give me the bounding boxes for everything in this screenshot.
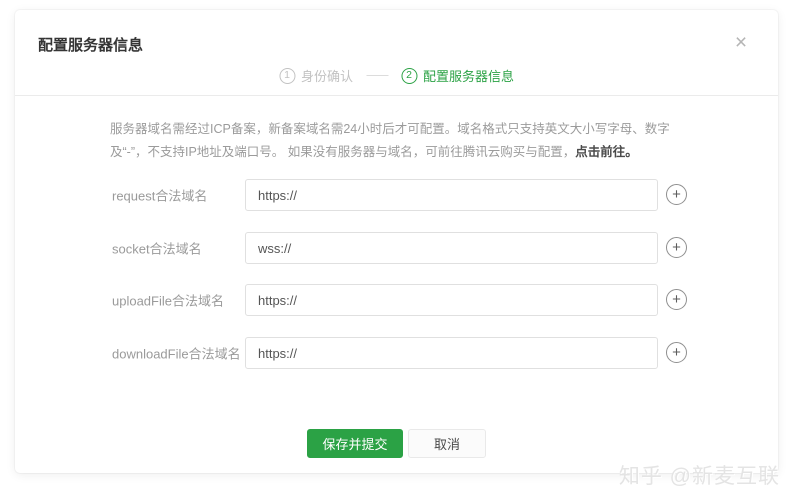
dialog-title: 配置服务器信息 <box>38 37 144 54</box>
step-indicator: 1 身份确认 2 配置服务器信息 <box>278 66 514 85</box>
add-downloadfile-domain-icon[interactable]: + <box>666 342 687 363</box>
icp-notice-text: 服务器域名需经过ICP备案，新备案域名需24小时后才可配置。域名格式只支持英文大… <box>110 118 690 164</box>
uploadfile-domain-input[interactable] <box>245 284 658 316</box>
socket-domain-label: socket合法域名 <box>112 241 202 257</box>
uploadfile-domain-label: uploadFile合法域名 <box>112 293 224 309</box>
go-to-tencent-cloud-link[interactable]: 点击前往。 <box>575 145 638 159</box>
add-request-domain-icon[interactable]: + <box>666 184 687 205</box>
step-1-label: 身份确认 <box>300 69 353 84</box>
step-2-circle: 2 <box>401 67 417 84</box>
form-row-request-domain: request合法域名 + <box>15 179 778 211</box>
save-and-submit-button[interactable]: 保存并提交 <box>307 429 403 458</box>
form-row-socket-domain: socket合法域名 + <box>15 232 778 264</box>
dialog-header: 配置服务器信息 × 1 身份确认 2 配置服务器信息 <box>15 10 778 96</box>
form-row-downloadfile-domain: downloadFile合法域名 + <box>15 337 778 369</box>
dialog-actions: 保存并提交 取消 <box>15 429 778 458</box>
step-2-label: 配置服务器信息 <box>423 69 515 84</box>
add-socket-domain-icon[interactable]: + <box>666 237 687 258</box>
close-icon[interactable]: × <box>730 32 752 54</box>
downloadfile-domain-label: downloadFile合法域名 <box>112 346 241 362</box>
step-1-circle: 1 <box>278 67 295 84</box>
socket-domain-input[interactable] <box>245 232 658 264</box>
step-configure-server: 2 配置服务器信息 <box>401 66 514 85</box>
cancel-button[interactable]: 取消 <box>408 429 486 458</box>
add-uploadfile-domain-icon[interactable]: + <box>666 289 687 310</box>
configure-server-dialog: 配置服务器信息 × 1 身份确认 2 配置服务器信息 服务器域名需经过ICP备案… <box>15 10 778 473</box>
step-identity-confirm: 1 身份确认 <box>278 66 353 85</box>
request-domain-input[interactable] <box>245 179 658 211</box>
downloadfile-domain-input[interactable] <box>245 337 658 369</box>
request-domain-label: request合法域名 <box>112 188 208 204</box>
step-separator <box>366 75 388 76</box>
form-row-uploadfile-domain: uploadFile合法域名 + <box>15 284 778 316</box>
